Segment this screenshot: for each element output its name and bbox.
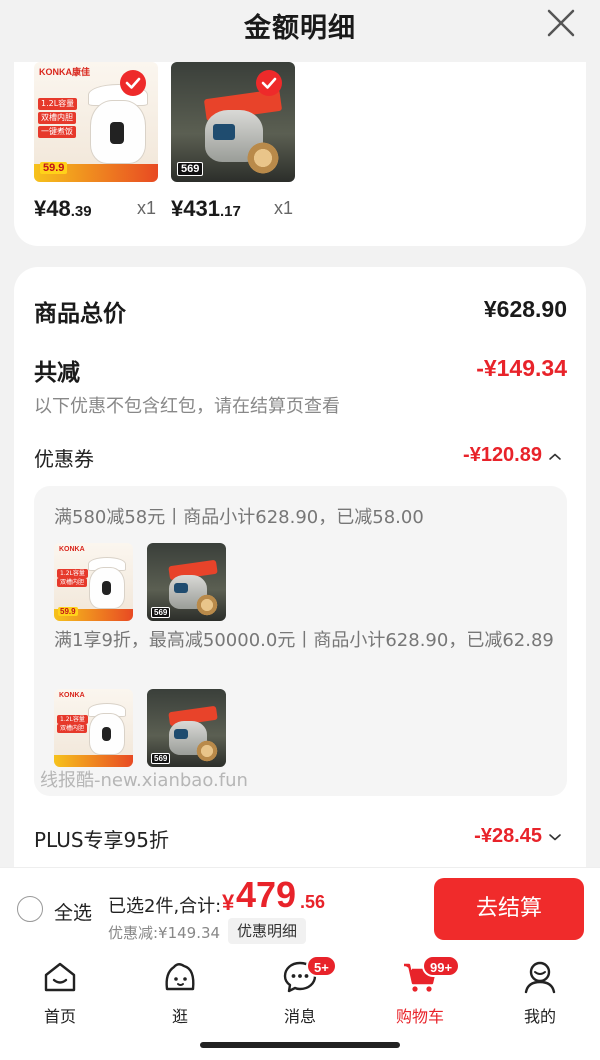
- plus-discount-value[interactable]: -¥28.45: [474, 825, 542, 848]
- home-icon: [44, 962, 76, 992]
- selected-check-icon[interactable]: [256, 70, 282, 96]
- product-quantity: x1: [137, 198, 157, 218]
- product-tag: 一键煮饭: [38, 126, 76, 138]
- coupon-rule: 满580减58元丨商品小计628.90，已减58.00: [54, 507, 424, 528]
- tab-browse[interactable]: 逛: [120, 959, 240, 1029]
- select-all-radio[interactable]: [17, 896, 43, 922]
- discount-detail-button[interactable]: 优惠明细: [228, 918, 307, 944]
- tab-label: 我的: [523, 1007, 556, 1026]
- page-title: 金额明细: [244, 13, 356, 44]
- watermark: 线报酷-new.xianbao.fun: [40, 770, 248, 791]
- tab-label: 首页: [43, 1007, 76, 1026]
- tab-label: 逛: [171, 1007, 188, 1026]
- tab-cart[interactable]: 99+ 购物车: [360, 955, 480, 1029]
- thumb-price: 59.9: [40, 162, 68, 174]
- product-price: ¥48.39: [34, 196, 92, 221]
- coupon-label[interactable]: 优惠券: [34, 443, 94, 472]
- coupon-value[interactable]: -¥120.89: [463, 444, 542, 467]
- product-brand: KONKA康佳: [39, 67, 90, 77]
- profile-icon: [524, 961, 556, 994]
- coupon-detail-panel: 满580减58元丨商品小计628.90，已减58.00 KONKA 1.2L容量…: [34, 486, 567, 796]
- chevron-down-icon[interactable]: [548, 830, 562, 844]
- selected-products-card: KONKA康佳 1.2L容量 双槽内胆 一键煮饭 59.9 ¥48.39 x1 …: [14, 62, 586, 246]
- tab-messages[interactable]: 5+ 消息: [240, 955, 360, 1029]
- tab-label: 购物车: [395, 1007, 444, 1026]
- coupon-rule: 满1享9折，最高减50000.0元丨商品小计628.90，已减62.89: [54, 630, 554, 651]
- product-price: ¥431.17: [171, 196, 241, 221]
- thumb-price: 569: [177, 162, 204, 176]
- total-cents: .56: [300, 892, 326, 912]
- product-tag: 双槽内胆: [38, 112, 76, 124]
- tab-label: 消息: [283, 1007, 316, 1026]
- header: 金额明细: [0, 0, 600, 62]
- total-amount: 479: [236, 874, 297, 915]
- total-price-label: 商品总价: [34, 301, 126, 327]
- plus-discount-label[interactable]: PLUS专享95折: [34, 824, 169, 853]
- chevron-up-icon[interactable]: [548, 450, 562, 464]
- total-price-value: ¥628.90: [483, 296, 567, 322]
- select-all-label[interactable]: 全选: [54, 898, 92, 925]
- tab-profile[interactable]: 我的: [480, 959, 600, 1029]
- tab-home[interactable]: 首页: [0, 959, 120, 1029]
- checkout-bar: 全选 已选2件,合计: ¥ 479 .56 优惠减:¥149.34 优惠明细 去…: [0, 867, 600, 949]
- message-badge: 5+: [306, 955, 337, 977]
- coupon-product-image: KONKA 1.2L容量 双槽内胆 59.9: [54, 543, 133, 621]
- total-reduction-label: 共减: [34, 360, 80, 386]
- total-currency: ¥: [222, 890, 235, 915]
- close-icon[interactable]: [544, 6, 578, 40]
- product-quantity: x1: [274, 198, 294, 218]
- coupon-product-image: KONKA 1.2L容量 双槽内胆: [54, 689, 133, 767]
- cart-badge: 99+: [422, 955, 461, 977]
- selected-summary: 已选2件,合计:: [108, 896, 222, 917]
- browse-face-icon: [165, 963, 195, 991]
- home-indicator: [200, 1042, 400, 1048]
- coupon-product-image: 569: [147, 543, 226, 621]
- checkout-button[interactable]: 去结算: [434, 878, 584, 940]
- discount-note: 以下优惠不包含红包，请在结算页查看: [34, 396, 340, 417]
- discount-amount: 优惠减:¥149.34: [108, 924, 221, 942]
- product-tag: 1.2L容量: [38, 98, 78, 110]
- coupon-product-image: 569: [147, 689, 226, 767]
- selected-check-icon[interactable]: [120, 70, 146, 96]
- total-reduction-value: -¥149.34: [476, 355, 567, 381]
